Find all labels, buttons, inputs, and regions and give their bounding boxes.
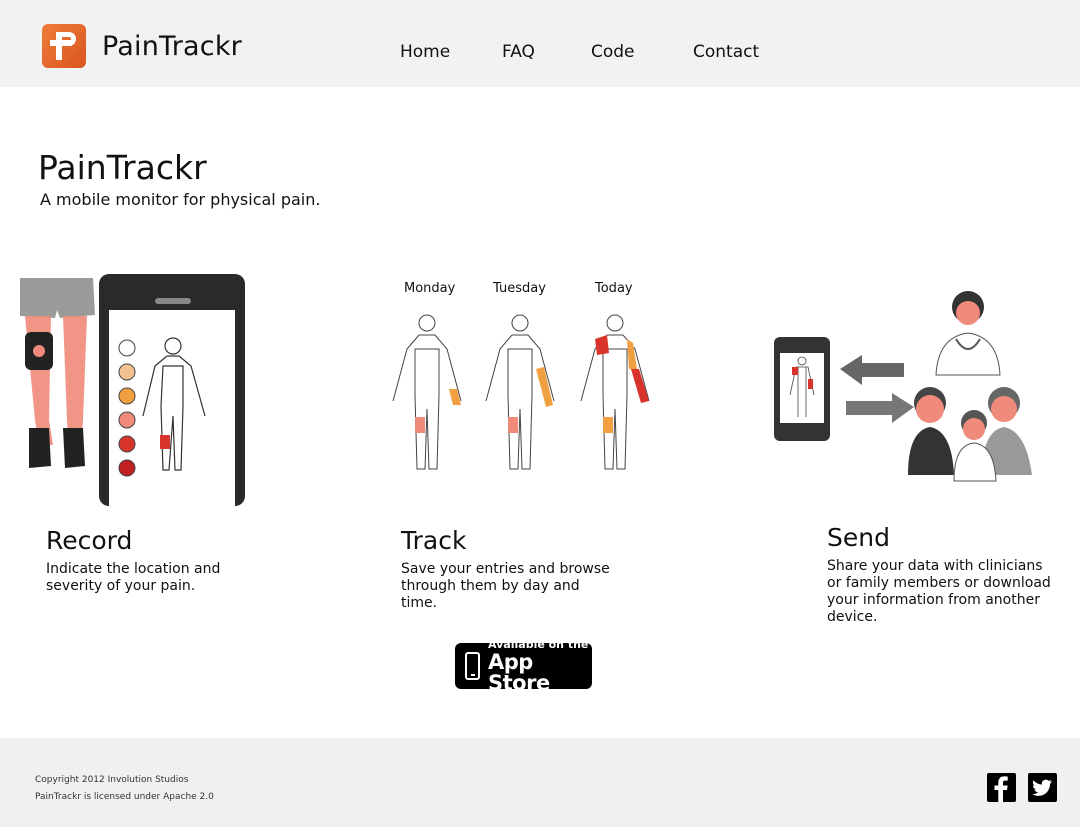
paintrackr-logo-icon: [42, 24, 86, 68]
brand-logo[interactable]: PainTrackr: [42, 24, 242, 68]
feature-track: Track Save your entries and browse throu…: [401, 526, 616, 612]
feature-record: Record Indicate the location and severit…: [46, 526, 246, 595]
day-label-tuesday: Tuesday: [493, 281, 546, 296]
site-footer: Copyright 2012 Involution Studios PainTr…: [0, 738, 1080, 827]
feature-send-title: Send: [827, 523, 890, 552]
copyright-text: Copyright 2012 Involution Studios: [35, 775, 189, 785]
track-illustration: Monday Tuesday Today: [385, 281, 660, 481]
day-label-today: Today: [595, 281, 633, 296]
appstore-line2: App Store: [488, 649, 550, 695]
day-label-monday: Monday: [404, 281, 456, 296]
appstore-line1: Available on the: [488, 637, 589, 651]
feature-send: Send Share your data with clinicians or …: [827, 523, 1057, 626]
feature-record-title: Record: [46, 526, 133, 555]
page-subtitle: A mobile monitor for physical pain.: [40, 190, 321, 209]
feature-track-text: Save your entries and browse through the…: [401, 561, 610, 611]
iphone-icon: [465, 652, 481, 680]
brand-name: PainTrackr: [102, 30, 242, 62]
nav-contact[interactable]: Contact: [693, 42, 759, 62]
twitter-icon[interactable]: [1028, 773, 1057, 802]
nav-code[interactable]: Code: [591, 42, 635, 62]
facebook-icon[interactable]: [987, 773, 1016, 802]
record-illustration: [20, 274, 245, 506]
nav-home[interactable]: Home: [400, 42, 450, 62]
license-text: PainTrackr is licensed under Apache 2.0: [35, 792, 214, 802]
feature-track-title: Track: [401, 526, 467, 555]
page-title: PainTrackr: [38, 148, 207, 187]
send-illustration: [774, 291, 1032, 482]
footer-text: Copyright 2012 Involution Studios PainTr…: [35, 772, 214, 806]
feature-record-text: Indicate the location and severity of yo…: [46, 561, 221, 594]
feature-send-text: Share your data with clinicians or famil…: [827, 558, 1051, 625]
site-header: PainTrackr Home FAQ Code Contact: [0, 0, 1080, 87]
nav-faq[interactable]: FAQ: [502, 42, 535, 62]
app-store-button[interactable]: Available on the App Store: [455, 639, 592, 693]
